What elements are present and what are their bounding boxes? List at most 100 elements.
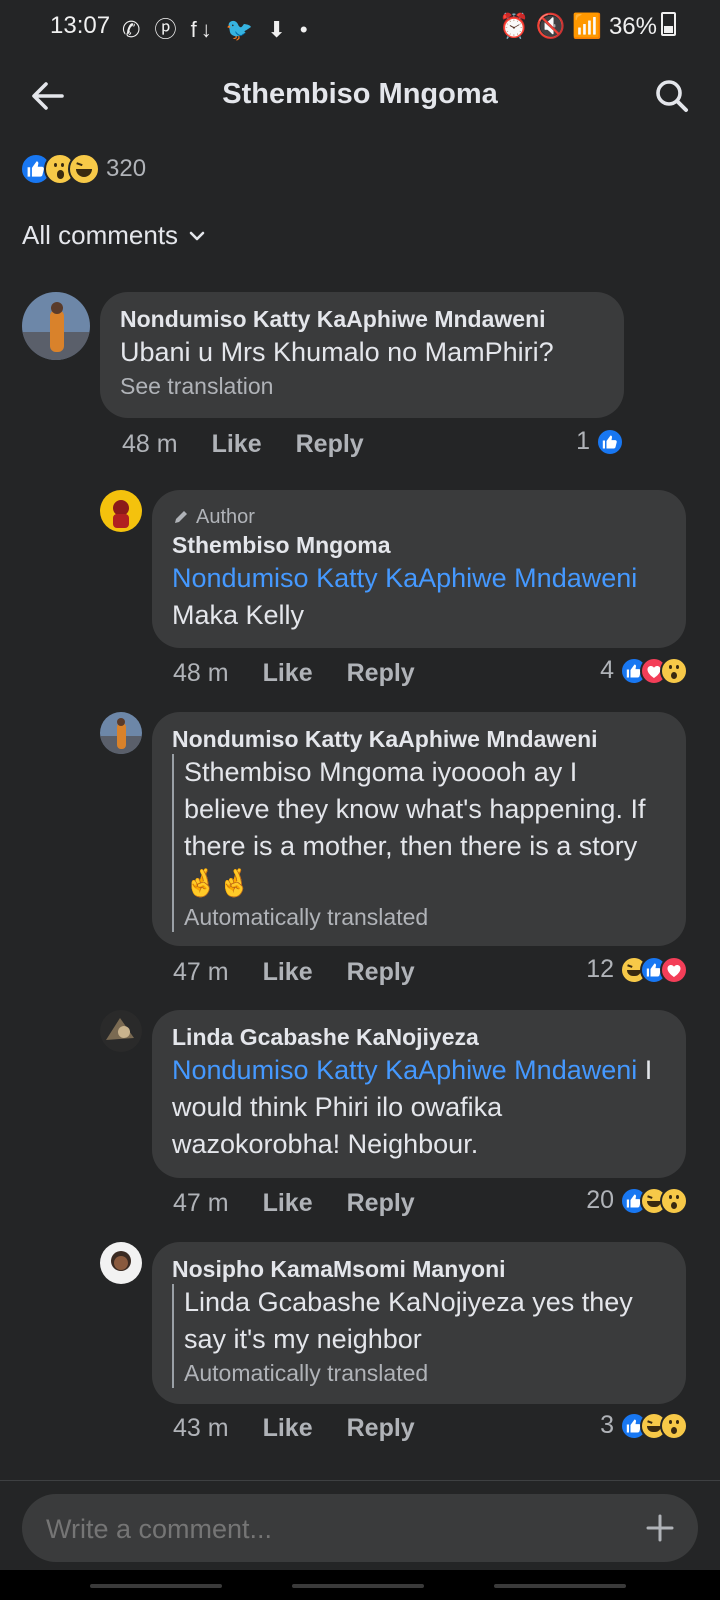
nav-back-button[interactable] [494,1584,626,1588]
avatar[interactable] [100,712,142,754]
system-nav-bar [0,1570,720,1600]
comment-reactions[interactable]: 4 [600,656,688,685]
reaction-icons [620,1411,688,1440]
reaction-count: 12 [586,955,614,983]
mute-icon: 🔇 [535,13,566,40]
reaction-icons [620,656,688,685]
reaction-count: 4 [600,656,614,684]
nav-home-button[interactable] [292,1584,424,1588]
avatar-image [100,712,142,754]
search-icon [656,80,688,112]
comment-bubble: Nondumiso Katty KaAphiwe Mndaweni Sthemb… [152,712,686,946]
reaction-count: 3 [600,1411,614,1439]
avatar[interactable] [100,490,142,532]
comment-time: 43 m [173,1414,229,1442]
see-translation-link[interactable]: See translation [120,371,604,401]
comment-time: 47 m [173,1189,229,1217]
avatar-image [100,490,142,532]
commenter-name[interactable]: Nondumiso Katty KaAphiwe Mndaweni [120,304,604,334]
reaction-count: 1 [576,427,590,455]
avatar[interactable] [100,1242,142,1284]
comment-bubble: Linda Gcabashe KaNojiyeza Nondumiso Katt… [152,1010,686,1178]
wow-icon [660,1411,688,1440]
avatar[interactable] [22,292,90,360]
like-button[interactable]: Like [263,958,313,987]
status-right: ⏰ 🔇 📶 36% [499,12,676,41]
comment-text: Nondumiso Katty KaAphiwe Mndaweni Maka K… [172,560,666,634]
like-icon [596,427,624,456]
comment-reactions[interactable]: 1 [576,427,624,456]
comment-bubble: Nondumiso Katty KaAphiwe Mndaweni Ubani … [100,292,624,418]
reply-button[interactable]: Reply [347,1414,415,1443]
mention-link[interactable]: Nondumiso Katty KaAphiwe Mndaweni [172,1055,637,1085]
reaction-icons [596,427,624,456]
comment-time: 47 m [173,958,229,986]
reaction-icons [620,1186,688,1215]
like-button[interactable]: Like [263,1189,313,1218]
comment-text: Sthembiso Mngoma iyooooh ay I believe th… [184,757,646,898]
add-attachment-button[interactable] [640,1508,680,1548]
avatar-image [100,1010,142,1052]
reaction-icons [20,153,100,185]
translated-block: Linda Gcabashe KaNojiyeza yes they say i… [172,1284,666,1388]
comment-bubble: Author Sthembiso Mngoma Nondumiso Katty … [152,490,686,648]
nav-recents-button[interactable] [90,1584,222,1588]
wifi-icon: 📶 [572,13,603,40]
comment-composer [22,1494,698,1564]
filter-label: All comments [22,220,179,250]
wow-icon [660,1186,688,1215]
like-button[interactable]: Like [263,1414,313,1443]
comment-bubble: Nosipho KamaMsomi Manyoni Linda Gcabashe… [152,1242,686,1404]
translation-note[interactable]: Automatically translated [184,902,666,932]
mention-link[interactable]: Nondumiso Katty KaAphiwe Mndaweni [172,563,637,593]
reaction-count: 20 [586,1186,614,1214]
commenter-name[interactable]: Linda Gcabashe KaNojiyeza [172,1022,666,1052]
battery-icon [661,12,676,36]
comment-filter-dropdown[interactable]: All comments [22,220,206,251]
comment-actions: 47 m Like Reply [173,1189,415,1218]
translation-note[interactable]: Automatically translated [184,1358,666,1388]
author-badge: Author [172,504,666,530]
comment-actions: 43 m Like Reply [173,1414,415,1443]
author-label: Author [196,506,255,528]
reactions-summary[interactable]: 320 [20,152,146,186]
divider [0,1480,720,1481]
comment-reactions[interactable]: 20 [586,1186,688,1215]
wow-icon [660,656,688,685]
like-button[interactable]: Like [212,430,262,459]
comment-actions: 48 m Like Reply [122,430,364,459]
search-button[interactable] [650,74,694,118]
commenter-name[interactable]: Sthembiso Mngoma [172,530,666,560]
comment-time: 48 m [122,430,178,458]
comment-time: 48 m [173,659,229,687]
comment-input[interactable] [44,1494,608,1564]
comment-text: Ubani u Mrs Khumalo no MamPhiri? [120,337,554,367]
comment-reactions[interactable]: 3 [600,1411,688,1440]
reply-button[interactable]: Reply [347,659,415,688]
comment-reactions[interactable]: 12 [586,955,688,984]
haha-icon [68,153,100,185]
commenter-name[interactable]: Nondumiso Katty KaAphiwe Mndaweni [172,724,666,754]
love-icon [660,955,688,984]
translated-block: Sthembiso Mngoma iyooooh ay I believe th… [172,754,666,932]
comment-text: Nondumiso Katty KaAphiwe Mndaweni I woul… [172,1052,666,1163]
pencil-icon [175,511,187,523]
notification-icons: ✆ ⓟ f↓ 🐦 ⬇ • [122,17,312,42]
comment-actions: 47 m Like Reply [173,958,415,987]
comment-text-body: Maka Kelly [172,600,305,630]
reaction-icons [620,955,688,984]
avatar[interactable] [100,1010,142,1052]
status-bar: 13:07 ✆ ⓟ f↓ 🐦 ⬇ • ⏰ 🔇 📶 36% [0,0,720,52]
reaction-count: 320 [106,155,147,182]
plus-icon [646,1514,674,1542]
comment-actions: 48 m Like Reply [173,659,415,688]
page-title: Sthembiso Mngoma [222,78,498,110]
like-button[interactable]: Like [263,659,313,688]
battery-percent: 36% [608,13,657,40]
reply-button[interactable]: Reply [347,958,415,987]
reply-button[interactable]: Reply [296,430,364,459]
reply-button[interactable]: Reply [347,1189,415,1218]
comment-text: Linda Gcabashe KaNojiyeza yes they say i… [184,1287,633,1354]
alarm-icon: ⏰ [499,13,530,40]
commenter-name[interactable]: Nosipho KamaMsomi Manyoni [172,1254,666,1284]
